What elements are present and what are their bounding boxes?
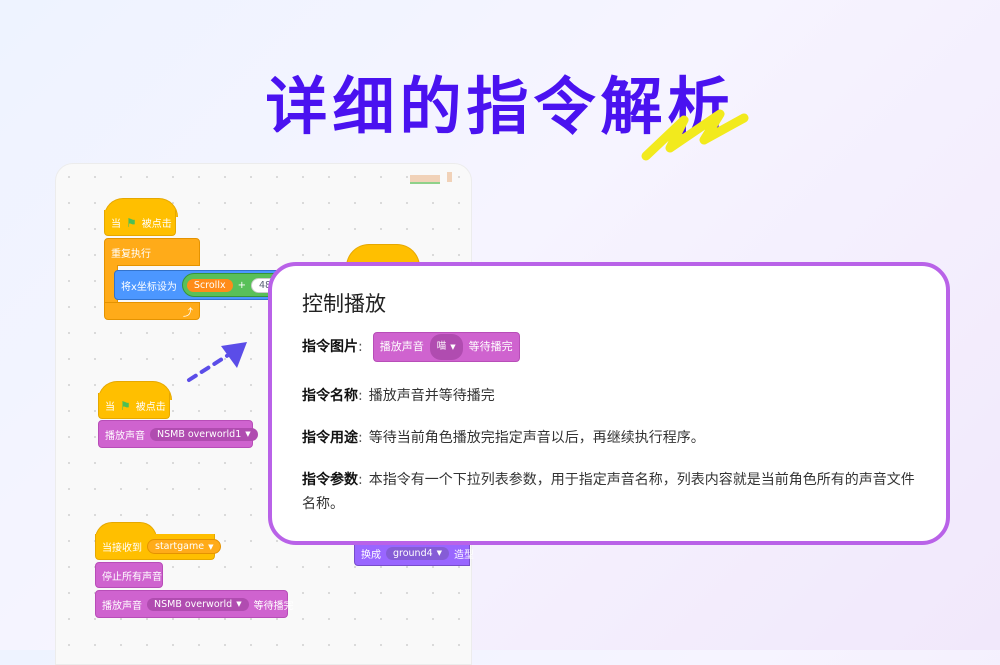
field-value: 播放声音并等待播完 xyxy=(368,388,495,404)
sound-dropdown[interactable]: NSMB overworld1 ▼ xyxy=(150,427,258,441)
costume-dropdown[interactable]: ground4 ▼ xyxy=(386,546,450,560)
block-label: 造型 xyxy=(454,549,475,561)
field-colon: : xyxy=(358,339,363,355)
zoom-control[interactable] xyxy=(410,175,440,184)
sound-dropdown: 喵 ▼ xyxy=(429,334,463,360)
green-flag-icon: ⚑ xyxy=(120,398,131,413)
chevron-down-icon: ▼ xyxy=(208,542,214,551)
sample-play-sound-block: 播放声音 喵 ▼ 等待播完 xyxy=(372,332,520,362)
play-sound-block[interactable]: 播放声音 NSMB overworld1 ▼ xyxy=(98,420,258,448)
block-label: 重复执行 xyxy=(111,248,151,260)
instruction-name-row: 指令名称: 播放声音并等待播完 xyxy=(302,384,916,408)
block-label: 被点击 xyxy=(141,219,172,230)
instruction-card: 控制播放 指令图片 : 播放声音 喵 ▼ 等待播完 指令名称: 播放声音并等待播完 … xyxy=(268,262,950,545)
field-label: 指令图片 xyxy=(302,339,358,355)
block-label: 当 xyxy=(105,402,115,413)
message-dropdown[interactable]: startgame ▼ xyxy=(147,539,222,554)
block-label: 当接收到 xyxy=(102,543,142,554)
zoom-control-handle[interactable] xyxy=(447,172,452,182)
field-colon: : xyxy=(358,388,363,404)
set-x-block[interactable]: 将x坐标设为 Scrollx + 480 xyxy=(114,270,291,300)
chevron-down-icon: ▼ xyxy=(450,343,456,351)
field-label: 指令名称 xyxy=(302,388,358,404)
block-label: 停止所有声音 xyxy=(102,571,162,583)
when-flag-clicked-block[interactable]: 当 ⚑ 被点击 xyxy=(98,393,170,419)
loop-arrow-icon: ⤴ xyxy=(183,307,193,319)
pointer-arrow-icon xyxy=(187,342,247,382)
sound-dropdown[interactable]: NSMB overworld ▼ xyxy=(147,597,249,611)
chevron-down-icon: ▼ xyxy=(436,549,443,557)
sound-dropdown-value: NSMB overworld xyxy=(154,598,233,610)
block-label: 播放声音 xyxy=(105,430,145,442)
page-title: 详细的指令解析 xyxy=(265,70,735,143)
green-flag-icon: ⚑ xyxy=(126,215,137,230)
costume-dropdown-value: ground4 xyxy=(393,547,433,559)
field-label: 指令用途 xyxy=(302,430,358,446)
instruction-param-row: 指令参数: 本指令有一个下拉列表参数，用于指定声音名称，列表内容就是当前角色所有的… xyxy=(302,468,916,516)
card-title: 控制播放 xyxy=(302,292,386,316)
field-label: 指令参数 xyxy=(302,472,358,488)
block-label: 换成 xyxy=(361,549,381,561)
chevron-down-icon: ▼ xyxy=(245,430,251,438)
field-value: 本指令有一个下拉列表参数，用于指定声音名称，列表内容就是当前角色所有的声音文件名… xyxy=(302,472,915,512)
block-label: 等待播完 xyxy=(253,600,294,612)
yellow-scribble-decoration xyxy=(641,109,749,161)
block-label: 播放声音 xyxy=(102,600,142,612)
block-label: 当 xyxy=(111,219,121,230)
plus-operator: + xyxy=(237,279,246,291)
instruction-image-row: 指令图片 : 播放声音 喵 ▼ 等待播完 xyxy=(302,332,916,362)
block-label: 被点击 xyxy=(135,402,166,413)
when-flag-clicked-block[interactable]: 当 ⚑ 被点击 xyxy=(104,210,176,236)
block-label: 播放声音 xyxy=(379,340,424,353)
sound-dropdown-value: 喵 xyxy=(436,341,447,352)
field-value: 等待当前角色播放完指定声音以后，再继续执行程序。 xyxy=(368,430,705,446)
stop-all-sounds-block[interactable]: 停止所有声音 xyxy=(95,562,163,588)
message-dropdown-value: startgame xyxy=(155,541,205,552)
block-label: 将x坐标设为 xyxy=(121,281,177,293)
chevron-down-icon: ▼ xyxy=(236,600,242,608)
instruction-use-row: 指令用途: 等待当前角色播放完指定声音以后，再继续执行程序。 xyxy=(302,426,916,450)
variable-reporter[interactable]: Scrollx xyxy=(186,278,233,292)
sound-dropdown-value: NSMB overworld1 xyxy=(157,428,242,440)
field-colon: : xyxy=(358,472,363,488)
forever-block[interactable]: 重复执行 xyxy=(104,238,200,266)
field-colon: : xyxy=(358,430,363,446)
block-label: 等待播完 xyxy=(468,340,513,353)
forever-block-foot: ⤴ xyxy=(104,302,200,320)
play-sound-until-done-block[interactable]: 播放声音 NSMB overworld ▼ 等待播完 xyxy=(95,590,294,618)
when-receive-block[interactable]: 当接收到 startgame ▼ xyxy=(95,534,222,560)
